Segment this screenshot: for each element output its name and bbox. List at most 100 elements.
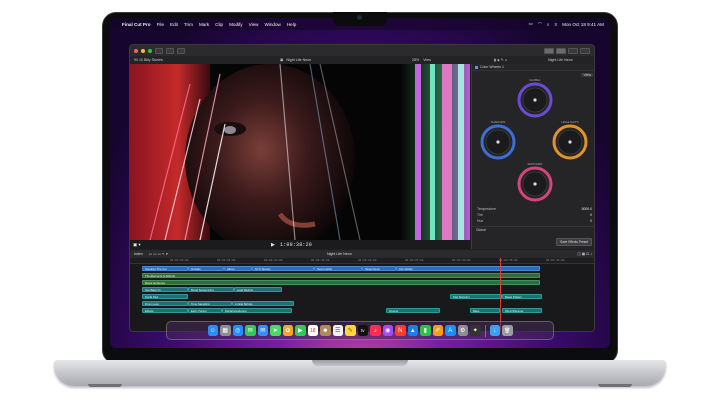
music-icon[interactable]: ♪ [370, 325, 381, 336]
zoom-menu[interactable]: 28% [412, 58, 419, 62]
index-button[interactable]: Index [134, 252, 143, 256]
timeline-clip[interactable]: Lyrical Strings [232, 301, 294, 306]
control-center-icon[interactable]: ≡ [554, 22, 557, 27]
timeline-clip[interactable]: Lead Melody [234, 287, 282, 292]
photos-icon[interactable]: ✿ [282, 325, 293, 336]
menu-help[interactable]: Help [287, 22, 296, 27]
app-menu[interactable]: Final Cut Pro [122, 22, 151, 27]
viewer-options-icon[interactable]: ▣ ▾ [133, 242, 141, 248]
menu-clip[interactable]: Clip [215, 22, 223, 27]
timeline-clip[interactable]: City Nights [396, 266, 540, 271]
effect-title[interactable]: Color Wheels 1 [480, 65, 504, 69]
timeline-clip[interactable]: Spooling The Cut [142, 266, 188, 271]
viewer-title: Night Life Neon [286, 58, 312, 62]
param-hue[interactable]: Hue 0 [477, 219, 592, 223]
import-button[interactable] [155, 47, 163, 54]
keywords-button[interactable] [166, 47, 174, 54]
menu-file[interactable]: File [157, 22, 164, 27]
zoom-button[interactable] [148, 48, 152, 53]
timeline-clip[interactable]: Early Tuning [188, 308, 222, 313]
inspector-toggle-button[interactable] [568, 47, 578, 54]
minimize-button[interactable] [141, 48, 145, 53]
timeline-toggle-button[interactable] [556, 47, 566, 54]
timeline-clip[interactable]: NYC Streets [252, 266, 314, 271]
global-color-wheel[interactable] [517, 82, 553, 118]
calendar-icon[interactable]: 18 [307, 325, 318, 336]
param-value[interactable]: 0 [590, 219, 592, 223]
tv-icon[interactable]: tv [357, 325, 368, 336]
play-icon[interactable]: ▶ [271, 242, 275, 248]
timeline-clip[interactable]: Groove [386, 308, 440, 313]
menu-clock[interactable]: Mon Oct 18 9:41 AM [562, 22, 604, 27]
menu-trim[interactable]: Trim [184, 22, 193, 27]
close-button[interactable] [134, 48, 138, 53]
menu-window[interactable]: Window [264, 22, 280, 27]
param-value[interactable]: 0 [590, 213, 592, 217]
battery-icon[interactable]: ▭ [529, 21, 533, 27]
effect-enable-checkbox[interactable] [475, 65, 478, 69]
timeline-clip[interactable]: Bass [470, 308, 500, 313]
menu-modify[interactable]: Modify [229, 22, 243, 27]
news-icon[interactable]: N [395, 325, 406, 336]
timecode-display[interactable]: 1:00:38:20 [280, 242, 312, 248]
timeline-clip[interactable]: Tone Sampling [188, 301, 232, 306]
menu-edit[interactable]: Edit [170, 22, 178, 27]
mail-icon[interactable]: ✉ [257, 325, 268, 336]
global-section[interactable]: Global [472, 226, 594, 233]
timeline-clip[interactable]: Street Neon [362, 266, 396, 271]
timeline-clip[interactable]: The Elements & Attitude [142, 273, 540, 278]
timeline-clip[interactable]: Beats Pattern [502, 294, 542, 299]
final-cut-pro-icon[interactable]: ✦ [470, 325, 481, 336]
wifi-icon[interactable]: ◠ [538, 21, 542, 27]
shadows-color-wheel[interactable] [480, 124, 516, 160]
timeline-clip[interactable]: Effects [142, 308, 188, 313]
viewer-canvas[interactable] [130, 64, 470, 240]
search-icon[interactable]: ⌕ [547, 22, 550, 27]
app-store-icon[interactable]: A [445, 325, 456, 336]
timeline-clip[interactable]: Alleys [224, 266, 252, 271]
timeline-clip[interactable]: Wind Shimmer [502, 308, 542, 313]
timeline-clip[interactable]: Spy Bass Fx [142, 287, 188, 292]
timeline-clip[interactable]: Beats Ambience [142, 280, 540, 285]
timeline-options-icon[interactable]: ◫ ▦ ⊡ ♪ [577, 252, 592, 256]
menu-view[interactable]: View [249, 22, 259, 27]
midtones-color-wheel[interactable] [517, 166, 553, 202]
param-value[interactable]: 5000.0 [582, 207, 592, 211]
timeline-title[interactable]: Night Life Neon [327, 252, 352, 256]
timeline-clip[interactable]: Outside [188, 266, 224, 271]
finder-icon[interactable]: ☺ [207, 325, 218, 336]
browser-toggle-button[interactable] [544, 47, 554, 54]
viewer-view-menu[interactable]: View [423, 58, 431, 62]
timeline-clip[interactable]: Digital Rendering [222, 308, 292, 313]
menu-mark[interactable]: Mark [199, 22, 209, 27]
edit-tools-icon[interactable]: ▭ ▭ ▭ ↖ ▾ [149, 252, 168, 256]
messages-icon[interactable]: ✉ [245, 325, 256, 336]
trash-icon[interactable]: 🗑 [502, 325, 513, 336]
system-preferences-icon[interactable]: ⚙ [457, 325, 468, 336]
inspector-view-menu[interactable]: View [581, 73, 593, 77]
highlights-color-wheel[interactable] [552, 124, 588, 160]
keynote-icon[interactable]: ▲ [407, 325, 418, 336]
safari-icon[interactable]: ◎ [232, 325, 243, 336]
launchpad-icon[interactable]: ▦ [220, 325, 231, 336]
reminders-icon[interactable]: ☰ [332, 325, 343, 336]
contacts-icon[interactable]: ☻ [320, 325, 331, 336]
param-temperature[interactable]: Temperature 5000.0 [477, 207, 592, 211]
background-tasks-button[interactable] [177, 47, 185, 54]
timeline-clip[interactable]: Pad Spinning [450, 294, 502, 299]
pages-icon[interactable]: ✐ [432, 325, 443, 336]
share-button[interactable] [580, 47, 590, 54]
downloads-icon[interactable]: ↓ [489, 325, 500, 336]
param-tint[interactable]: Tint 0 [477, 213, 592, 217]
inspector-tab-icons[interactable]: ▮ ◈ ✎ ♫ [494, 58, 507, 62]
timeline-clip[interactable]: Synth Pad [142, 294, 188, 299]
timeline-clip[interactable]: Mood Sequencing [188, 287, 234, 292]
maps-icon[interactable]: ➤ [270, 325, 281, 336]
timeline-clip[interactable]: Drum Loop [142, 301, 188, 306]
numbers-icon[interactable]: ▮ [420, 325, 431, 336]
podcasts-icon[interactable]: ◉ [382, 325, 393, 336]
save-effects-preset-button[interactable]: Save Effects Preset [556, 238, 592, 246]
timeline-clip[interactable]: Neon Lights [314, 266, 362, 271]
facetime-icon[interactable]: ▶ [295, 325, 306, 336]
notes-icon[interactable]: ✎ [345, 325, 356, 336]
